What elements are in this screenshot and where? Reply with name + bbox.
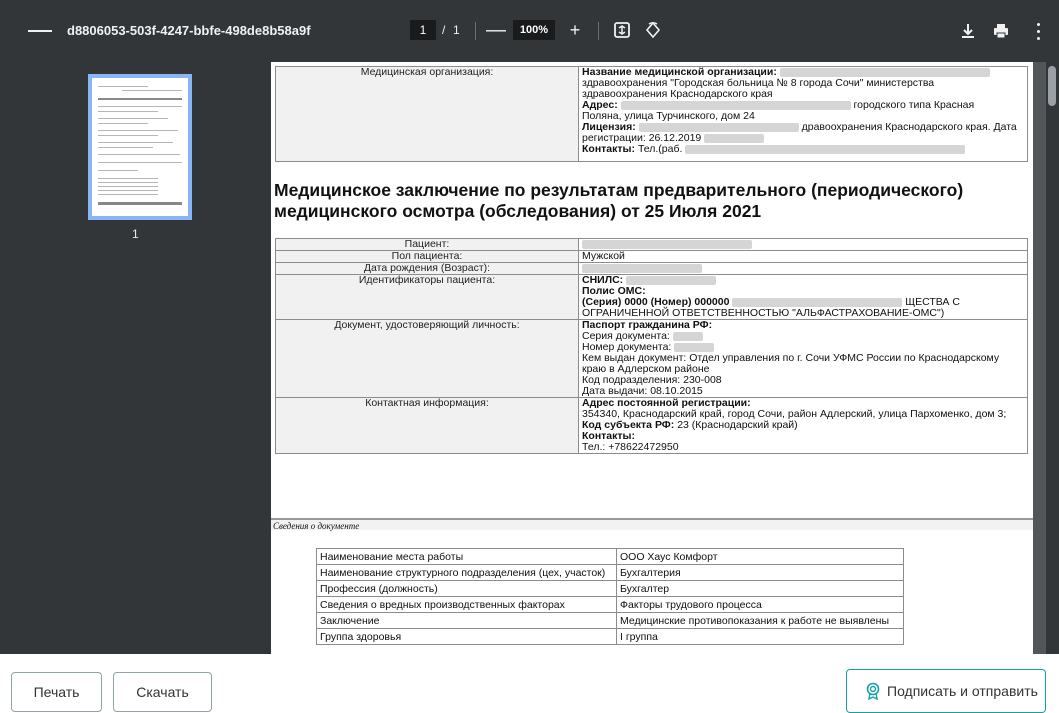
page-separator: / — [442, 23, 446, 37]
work-row-label: Сведения о вредных производственных факт… — [316, 596, 617, 613]
organization-table: Медицинская организация: Название медици… — [275, 66, 1028, 162]
contact-value: Адрес постоянной регистрации: 354340, Кр… — [578, 397, 1028, 454]
work-row-label: Наименование структурного подразделения … — [316, 564, 617, 581]
work-row-value: Медицинские противопоказания к работе не… — [616, 612, 904, 629]
redacted-block — [626, 275, 717, 285]
pdf-viewer: d8806053-503f-4247-bbfe-498de8b58a9f 1 /… — [0, 0, 1059, 654]
org-details: Название медицинской организации: здраво… — [578, 66, 1028, 162]
toolbar-divider — [475, 22, 476, 40]
plus-icon[interactable]: + — [564, 19, 586, 41]
id-doc-label: Документ, удостоверяющий личность: — [275, 319, 579, 398]
work-table-row: Наименование структурного подразделения … — [316, 564, 904, 581]
passport-issue-date: Дата выдачи: 08.10.2015 — [582, 385, 703, 397]
download-button[interactable]: Скачать — [113, 672, 212, 712]
work-info-table: Наименование места работы ООО Хаус Комфор… — [316, 548, 904, 645]
work-row-label: Заключение — [316, 612, 617, 629]
sex-value: Мужской — [578, 250, 1028, 263]
work-table-row: Сведения о вредных производственных факт… — [316, 596, 904, 613]
org-license-value: дравоохранения Краснодарского края. Дата — [801, 121, 1017, 133]
sign-and-send-button[interactable]: Подписать и отправить — [846, 669, 1046, 713]
work-row-value: Бухгалтер — [616, 580, 904, 597]
thumbnail-sidebar: 1 — [0, 62, 280, 654]
subject-code-value: 23 (Краснодарский край) — [677, 419, 798, 431]
work-row-value: Факторы трудового процесса — [616, 596, 904, 613]
work-row-value: ООО Хаус Комфорт — [616, 548, 904, 565]
work-table-row: Профессия (должность) Бухгалтер — [316, 580, 904, 597]
toolbar-divider — [598, 22, 599, 40]
scrollbar-thumb[interactable] — [1048, 66, 1056, 106]
work-table-row: Заключение Медицинские противопоказания к… — [316, 612, 904, 629]
ids-value: СНИЛС: Полис ОМС: (Серия) 0000 (Номер) 0… — [578, 274, 1028, 320]
id-doc-value: Паспорт гражданина РФ: Серия документа: … — [578, 319, 1028, 398]
menu-icon[interactable] — [28, 20, 52, 42]
sex-label: Пол пациента: — [275, 250, 579, 263]
redacted-block — [704, 133, 765, 143]
redacted-block — [732, 297, 903, 307]
current-page-input[interactable]: 1 — [410, 20, 436, 40]
org-contacts-value: Тел.(раб. — [637, 143, 683, 155]
certificate-icon — [865, 682, 881, 700]
phone-value: Тел.: +78622472950 — [582, 441, 679, 453]
patient-label: Пациент: — [275, 238, 579, 251]
work-table-row: Группа здоровья I группа — [316, 628, 904, 645]
viewer-toolbar: d8806053-503f-4247-bbfe-498de8b58a9f 1 /… — [0, 0, 1059, 62]
work-row-label: Наименование места работы — [316, 548, 617, 565]
sex-row: Пол пациента: Мужской — [275, 250, 1028, 263]
zoom-input[interactable]: 100% — [513, 20, 555, 40]
thumbnail-page-number: 1 — [132, 227, 139, 241]
ids-row: Идентификаторы пациента: СНИЛС: Полис ОМ… — [275, 274, 1028, 320]
org-address-value: городского типа Красная — [853, 99, 975, 111]
redacted-block — [672, 331, 703, 341]
redacted-block — [620, 100, 851, 110]
rotate-icon[interactable] — [643, 20, 663, 40]
patient-value — [578, 238, 1028, 251]
oms-value-line2: ОГРАНИЧЕННОЙ ОТВЕТСТВЕННОСТЬЮ "АЛЬФАСТРА… — [582, 307, 945, 319]
org-label: Медицинская организация: — [275, 66, 579, 162]
minus-icon[interactable]: — — [485, 19, 507, 41]
work-row-label: Группа здоровья — [316, 628, 617, 645]
work-row-label: Профессия (должность) — [316, 580, 617, 597]
org-contacts-label: Контакты: — [582, 143, 636, 155]
contact-label: Контактная информация: — [275, 397, 579, 454]
document-heading: Медицинское заключение по результатам пр… — [274, 180, 964, 221]
redacted-block — [685, 144, 966, 154]
fit-to-page-icon[interactable] — [612, 20, 632, 40]
page-total: 1 — [453, 23, 460, 37]
patient-table: Пациент: Пол пациента: Мужской Дата рожд… — [275, 238, 1028, 454]
organization-row: Медицинская организация: Название медици… — [275, 66, 1028, 162]
print-icon[interactable] — [990, 20, 1012, 42]
document-page: Медицинская организация: Название медици… — [271, 62, 1033, 654]
redacted-block — [638, 122, 799, 132]
file-title: d8806053-503f-4247-bbfe-498de8b58a9f — [67, 23, 311, 38]
contact-row: Контактная информация: Адрес постоянной … — [275, 397, 1028, 454]
id-doc-row: Документ, удостоверяющий личность: Паспо… — [275, 319, 1028, 398]
work-row-value: Бухгалтерия — [616, 564, 904, 581]
redacted-block — [779, 67, 990, 77]
doc-info-section-title: Сведения о документе — [271, 518, 1033, 531]
birth-row: Дата рождения (Возраст): — [275, 262, 1028, 275]
download-icon[interactable] — [957, 20, 979, 42]
patient-row: Пациент: — [275, 238, 1028, 251]
page-thumbnail[interactable] — [88, 74, 192, 220]
work-row-value: I группа — [616, 628, 904, 645]
ids-label: Идентификаторы пациента: — [275, 274, 579, 320]
print-button[interactable]: Печать — [11, 672, 102, 712]
birth-value — [578, 262, 1028, 275]
redacted-block — [582, 263, 702, 273]
viewer-scrollbar[interactable] — [1046, 62, 1059, 654]
more-vertical-icon[interactable] — [1032, 20, 1044, 42]
redacted-block — [674, 342, 715, 352]
redacted-block — [582, 239, 752, 249]
sign-and-send-label: Подписать и отправить — [887, 683, 1038, 699]
birth-label: Дата рождения (Возраст): — [275, 262, 579, 275]
work-table-row: Наименование места работы ООО Хаус Комфор… — [316, 548, 904, 565]
